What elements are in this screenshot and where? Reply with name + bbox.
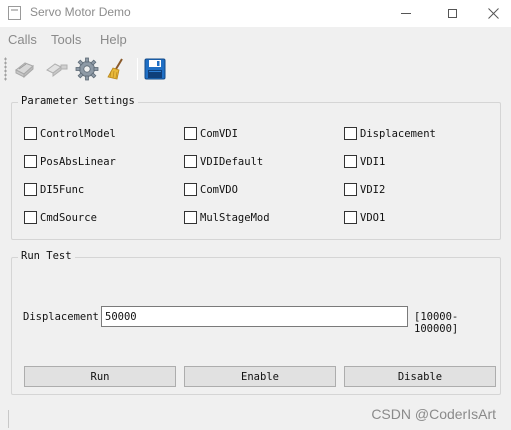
checkbox-vdi2[interactable]: VDI2: [344, 183, 385, 196]
checkbox-label: VDI1: [360, 155, 386, 168]
close-icon: [487, 8, 499, 19]
checkbox-vdi1[interactable]: VDI1: [344, 155, 385, 168]
checkbox-label: VDI2: [360, 183, 386, 196]
run-test-group: Run Test Displacement [10000-100000] Run…: [11, 250, 501, 395]
checkbox-cmd-source[interactable]: CmdSource: [24, 211, 97, 224]
checkbox-label: Displacement: [360, 127, 436, 140]
checkbox-box[interactable]: [24, 183, 37, 196]
menu-calls[interactable]: Calls: [8, 32, 37, 47]
settings-gear-icon: [75, 57, 99, 81]
checkbox-label: VDO1: [360, 211, 386, 224]
checkbox-label: PosAbsLinear: [40, 155, 116, 168]
checkbox-box[interactable]: [184, 127, 197, 140]
toolbar-grip[interactable]: [4, 57, 7, 81]
checkbox-box[interactable]: [344, 127, 357, 140]
disconnect-button[interactable]: [44, 56, 70, 82]
menu-tools[interactable]: Tools: [51, 32, 81, 47]
checkbox-label: VDIDefault: [200, 155, 264, 168]
status-bar: CSDN @CoderIsArt: [0, 400, 511, 430]
checkbox-di5-func[interactable]: DI5Func: [24, 183, 84, 196]
save-button[interactable]: [142, 56, 168, 82]
minimize-button[interactable]: [383, 0, 429, 27]
checkbox-box[interactable]: [184, 155, 197, 168]
title-bar: Servo Motor Demo: [0, 0, 511, 27]
save-floppy-icon: [144, 58, 166, 80]
watermark-text: CSDN @CoderIsArt: [371, 406, 496, 422]
application-window-icon: [8, 6, 21, 20]
checkbox-box[interactable]: [184, 211, 197, 224]
checkbox-mul-stage-mod[interactable]: MulStageMod: [184, 211, 270, 224]
checkbox-label: ControlModel: [40, 127, 116, 140]
checkbox-box[interactable]: [24, 211, 37, 224]
checkbox-control-model[interactable]: ControlModel: [24, 127, 116, 140]
displacement-range-hint: [10000-100000]: [414, 311, 459, 335]
menu-bar: Calls Tools Help: [0, 27, 511, 52]
checkbox-box[interactable]: [344, 155, 357, 168]
checkbox-box[interactable]: [344, 183, 357, 196]
checkbox-com-vdo[interactable]: ComVDO: [184, 183, 238, 196]
connect-icon: [15, 62, 34, 79]
checkbox-box[interactable]: [24, 127, 37, 140]
clear-button[interactable]: [104, 56, 130, 82]
checkbox-com-vdi[interactable]: ComVDI: [184, 127, 238, 140]
disconnect-icon: [46, 63, 68, 77]
checkbox-label: ComVDO: [200, 183, 238, 196]
checkbox-label: ComVDI: [200, 127, 238, 140]
connect-button[interactable]: [12, 56, 38, 82]
checkbox-box[interactable]: [184, 183, 197, 196]
checkbox-label: CmdSource: [40, 211, 97, 224]
menu-help[interactable]: Help: [100, 32, 127, 47]
toolbar-separator: [137, 58, 138, 80]
checkbox-vdo1[interactable]: VDO1: [344, 211, 385, 224]
checkbox-label: MulStageMod: [200, 211, 270, 224]
checkbox-box[interactable]: [24, 155, 37, 168]
status-grip: [8, 410, 9, 428]
parameter-settings-group: Parameter Settings ControlModel ComVDI D…: [11, 95, 501, 240]
disable-button[interactable]: Disable: [344, 366, 496, 387]
displacement-label: Displacement: [23, 311, 99, 323]
run-test-title: Run Test: [18, 250, 75, 262]
checkbox-displacement[interactable]: Displacement: [344, 127, 436, 140]
checkbox-vdi-default[interactable]: VDIDefault: [184, 155, 263, 168]
minimize-icon: [401, 13, 411, 14]
checkbox-box[interactable]: [344, 211, 357, 224]
settings-button[interactable]: [74, 56, 100, 82]
maximize-button[interactable]: [429, 0, 475, 27]
enable-button[interactable]: Enable: [184, 366, 336, 387]
clear-broom-icon: [107, 58, 123, 80]
checkbox-pos-abs-linear[interactable]: PosAbsLinear: [24, 155, 116, 168]
checkbox-label: DI5Func: [40, 183, 85, 196]
window-title: Servo Motor Demo: [30, 5, 131, 19]
toolbar: [0, 52, 511, 86]
parameter-settings-title: Parameter Settings: [18, 95, 138, 107]
displacement-input[interactable]: [101, 306, 408, 327]
close-button[interactable]: [475, 0, 511, 27]
run-button[interactable]: Run: [24, 366, 176, 387]
maximize-icon: [447, 9, 457, 18]
